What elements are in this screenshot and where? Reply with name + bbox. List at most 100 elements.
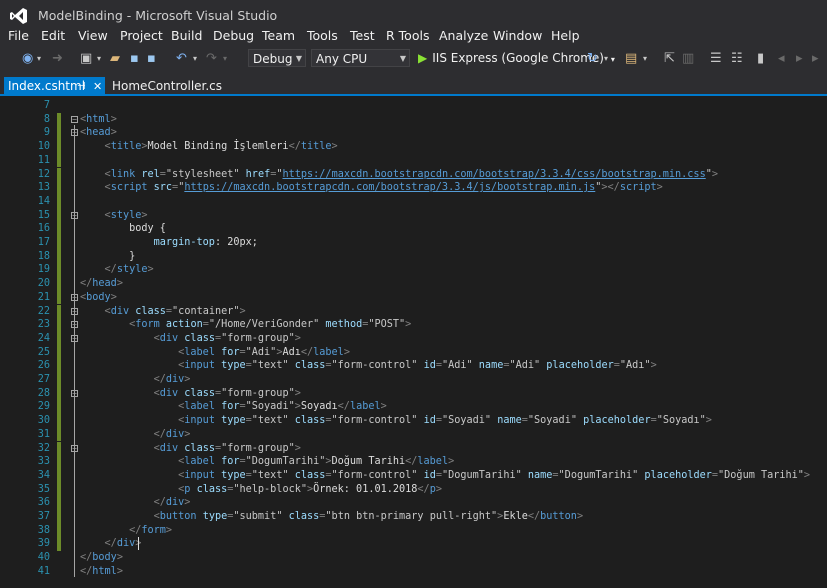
code-line[interactable]: 17 margin-top: 20px; (0, 236, 827, 250)
menu-file[interactable]: File (8, 28, 29, 43)
line-number: 13 (37, 182, 50, 194)
change-marker (57, 208, 61, 223)
code-text: </html> (80, 565, 123, 577)
code-line[interactable]: 30 <input type="text" class="form-contro… (0, 414, 827, 428)
change-marker (57, 181, 61, 195)
change-marker (57, 345, 61, 360)
menu-build[interactable]: Build (171, 28, 202, 43)
undo-icon[interactable]: ↶ (176, 51, 187, 67)
tab-homecontroller-cs[interactable]: HomeController.cs (112, 77, 222, 96)
code-editor[interactable]: 7 8 −<html>9−<head>10 <title>Model Binding… (0, 96, 827, 588)
clear-bookmarks-icon[interactable]: ▸ (812, 51, 819, 67)
redo-icon[interactable]: ↷ (206, 51, 217, 67)
code-line[interactable]: 15− <style> (0, 208, 827, 223)
code-text: <div class="form-group"> (153, 387, 301, 399)
collapse-icon[interactable]: − (71, 115, 78, 123)
menu-help[interactable]: Help (551, 28, 580, 43)
visual-studio-logo-icon (10, 8, 27, 24)
refresh-icon[interactable]: ↻ (587, 51, 598, 67)
code-line[interactable]: 23− <form action="/Home/VeriGonder" meth… (0, 318, 827, 332)
browse-dropdown-icon[interactable]: ▾ (643, 51, 647, 67)
menu-analyze[interactable]: Analyze (439, 28, 488, 43)
code-line[interactable]: 22− <div class="container"> (0, 304, 827, 319)
menu-window[interactable]: Window (493, 28, 542, 43)
code-line[interactable]: 35 <p class="help-block">Örnek: 01.01.20… (0, 482, 827, 497)
code-line[interactable]: 9−<head> (0, 126, 827, 141)
code-line[interactable]: 32− <div class="form-group"> (0, 441, 827, 456)
code-line[interactable]: 39 </div> (0, 537, 827, 552)
pin-icon[interactable]: ⊣ (77, 77, 86, 96)
save-icon[interactable]: ▪ (130, 51, 139, 67)
bookmark-icon[interactable]: ▮ (757, 51, 764, 67)
uncomment-icon[interactable]: ☷ (731, 51, 743, 67)
new-project-dropdown-icon[interactable]: ▾ (97, 51, 101, 67)
code-line[interactable]: 11 (0, 153, 827, 168)
menu-debug[interactable]: Debug (213, 28, 254, 43)
code-line[interactable]: 36 </div> (0, 496, 827, 510)
menu-view[interactable]: View (78, 28, 108, 43)
code-line[interactable]: 14 (0, 194, 827, 209)
code-line[interactable]: 10 <title>Model Binding İşlemleri</title… (0, 140, 827, 154)
code-line[interactable]: 20 </head> (0, 277, 827, 291)
redo-dropdown-icon[interactable]: ▾ (223, 51, 227, 67)
code-text: <div class="form-group"> (153, 442, 301, 454)
solution-configuration-select[interactable]: Debug ▼ (248, 49, 306, 67)
code-line[interactable]: 12 <link rel="stylesheet" href="https://… (0, 167, 827, 182)
new-project-icon[interactable]: ▣ (80, 51, 92, 67)
change-marker (57, 249, 61, 264)
comment-icon[interactable]: ☰ (710, 51, 722, 67)
code-line[interactable]: 41 </html> (0, 565, 827, 579)
code-line[interactable]: 19 </style> (0, 263, 827, 278)
code-line[interactable]: 27 </div> (0, 373, 827, 387)
start-debugging-button[interactable]: ▶ IIS Express (Google Chrome) ▾ (418, 51, 615, 65)
code-line[interactable]: 34 <input type="text" class="form-contro… (0, 468, 827, 483)
undo-dropdown-icon[interactable]: ▾ (193, 51, 197, 67)
line-number: 36 (37, 497, 50, 509)
code-line[interactable]: 33 <label for="DogumTarihi">Doğum Tarihi… (0, 455, 827, 469)
save-all-icon[interactable]: ▪ (147, 51, 156, 67)
line-number: 22 (37, 305, 50, 317)
code-line[interactable]: 37 <button type="submit" class="btn btn-… (0, 510, 827, 524)
change-marker (57, 386, 61, 401)
code-line[interactable]: 24− <div class="form-group"> (0, 331, 827, 346)
tab-index-cshtml[interactable]: Index.cshtml ⊣ ✕ (4, 77, 105, 96)
code-line[interactable]: 38 </form> (0, 523, 827, 538)
browse-icon[interactable]: ▤ (625, 51, 637, 67)
prev-bookmark-icon[interactable]: ◂ (778, 51, 785, 67)
code-line[interactable]: 16 body { (0, 222, 827, 236)
code-text: <input type="text" class="form-control" … (178, 415, 712, 427)
back-dropdown-icon[interactable]: ▾ (37, 51, 41, 67)
next-bookmark-icon[interactable]: ▸ (796, 51, 803, 67)
forward-icon[interactable]: ➜ (52, 51, 63, 67)
step-icon[interactable]: ⇱ (664, 51, 675, 67)
menu-edit[interactable]: Edit (41, 28, 65, 43)
change-marker (57, 414, 61, 428)
menu-tools[interactable]: Tools (307, 28, 338, 43)
solution-platform-select[interactable]: Any CPU ▼ (311, 49, 410, 67)
menu-team[interactable]: Team (262, 28, 295, 43)
menu-r-tools[interactable]: R Tools (386, 28, 429, 43)
code-text: <input type="text" class="form-control" … (178, 360, 657, 372)
code-text: <button type="submit" class="btn btn-pri… (153, 511, 584, 522)
step-over-icon[interactable]: ▥ (682, 51, 694, 67)
code-text: <div class="container"> (104, 305, 246, 317)
open-file-icon[interactable]: ▰ (110, 51, 120, 67)
menu-test[interactable]: Test (350, 28, 375, 43)
close-icon[interactable]: ✕ (93, 77, 102, 96)
code-line[interactable]: 29 <label for="Soyadi">Soyadı</label> (0, 400, 827, 415)
code-line[interactable]: 26 <input type="text" class="form-contro… (0, 359, 827, 373)
code-line[interactable]: 21−<body> (0, 290, 827, 305)
menu-project[interactable]: Project (120, 28, 163, 43)
code-line[interactable]: 40 </body> (0, 551, 827, 565)
code-line[interactable]: 31 </div> (0, 427, 827, 442)
code-text: <label for="Adi">Adı</label> (178, 346, 350, 358)
code-line[interactable]: 25 <label for="Adi">Adı</label> (0, 345, 827, 360)
code-line[interactable]: 8 − <html> (0, 112, 827, 127)
code-line[interactable]: 18 } (0, 249, 827, 264)
code-line[interactable]: 7 (0, 99, 827, 113)
line-number: 40 (37, 552, 50, 564)
code-line[interactable]: 13 <script src="https://maxcdn.bootstrap… (0, 181, 827, 195)
refresh-dropdown-icon[interactable]: ▾ (604, 51, 608, 67)
back-icon[interactable]: ◉ (22, 51, 33, 67)
code-line[interactable]: 28− <div class="form-group"> (0, 386, 827, 401)
